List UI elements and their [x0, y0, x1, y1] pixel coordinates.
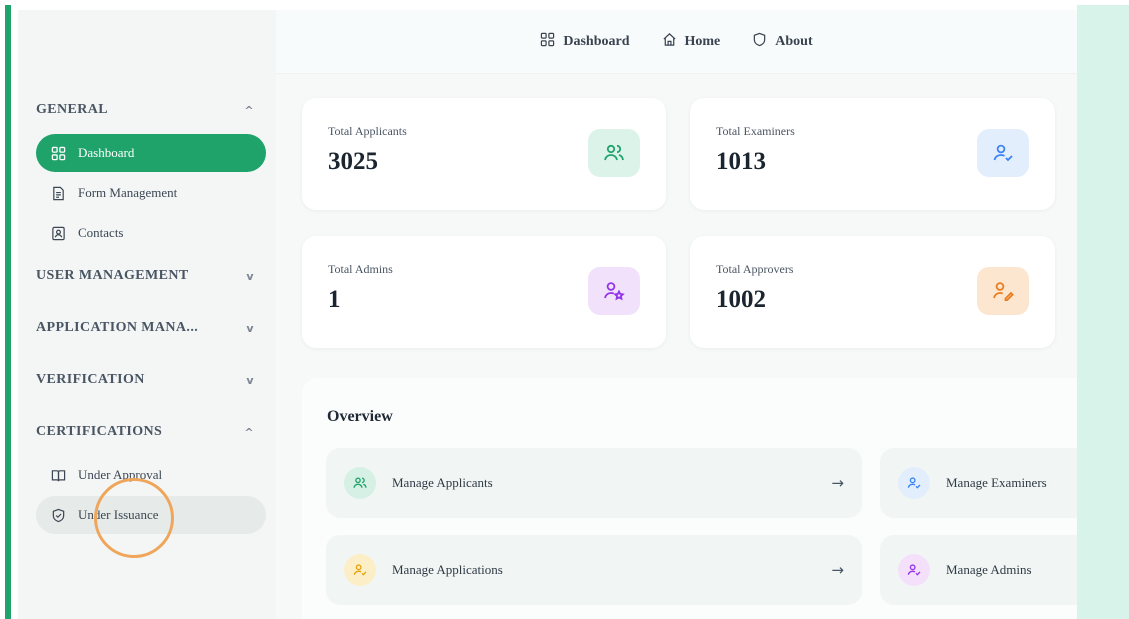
app-window: GENERAL ^ Dashboard Form Management Cont… — [18, 10, 1077, 619]
user-check-icon — [977, 129, 1029, 177]
sidebar-item-label: Form Management — [78, 185, 178, 200]
sidebar-item-contacts[interactable]: Contacts — [36, 214, 266, 252]
stat-label: Total Approvers — [716, 262, 794, 276]
stat-label: Total Examiners — [716, 124, 795, 138]
grid-icon — [540, 32, 555, 52]
chevron-down-icon: v — [246, 269, 254, 283]
overview-item-label: Manage Applications — [392, 562, 503, 577]
section-verification[interactable]: VERIFICATION v — [18, 358, 276, 402]
overview-panel: Overview Manage Applicants → Manage Exam… — [302, 378, 1077, 619]
click-highlight-ring — [94, 478, 174, 558]
section-certifications[interactable]: CERTIFICATIONS ^ — [18, 410, 276, 454]
users-icon — [344, 467, 376, 499]
manage-examiners-link[interactable]: Manage Examiners — [880, 448, 1077, 518]
overview-item-label: Manage Applicants — [392, 475, 493, 490]
user-pen-icon — [977, 267, 1029, 315]
stat-label: Total Applicants — [328, 124, 407, 138]
stat-value: 1002 — [716, 286, 766, 313]
shield-check-icon — [50, 507, 66, 523]
overview-item-label: Manage Examiners — [946, 475, 1047, 490]
section-application-management[interactable]: APPLICATION MANA... v — [18, 306, 276, 350]
document-icon — [50, 185, 66, 201]
arrow-right-icon: → — [831, 561, 844, 579]
overview-item-label: Manage Admins — [946, 562, 1032, 577]
stat-card-approvers: Total Approvers 1002 — [690, 236, 1055, 348]
section-general[interactable]: GENERAL ^ — [18, 88, 276, 132]
stat-value: 3025 — [328, 148, 378, 175]
nav-link-label: About — [775, 33, 813, 49]
section-user-management-label: USER MANAGEMENT — [36, 268, 189, 283]
chevron-down-icon: v — [246, 321, 254, 335]
top-navbar: Dashboard Home About — [276, 10, 1077, 74]
nav-link-home[interactable]: Home — [662, 32, 721, 52]
manage-applications-link[interactable]: Manage Applications → — [326, 535, 862, 605]
user-check-icon — [898, 467, 930, 499]
nav-link-label: Home — [684, 33, 721, 49]
user-check-icon — [898, 554, 930, 586]
window-edge-bar — [5, 5, 11, 619]
stat-card-examiners: Total Examiners 1013 — [690, 98, 1055, 210]
section-general-label: GENERAL — [36, 102, 109, 117]
section-user-management[interactable]: USER MANAGEMENT v — [18, 254, 276, 298]
shield-icon — [752, 32, 767, 52]
manage-admins-link[interactable]: Manage Admins — [880, 535, 1077, 605]
home-icon — [662, 32, 677, 52]
section-certifications-label: CERTIFICATIONS — [36, 424, 163, 439]
book-icon — [50, 467, 66, 483]
nav-link-dashboard[interactable]: Dashboard — [540, 32, 630, 52]
grid-icon — [50, 145, 66, 161]
nav-link-about[interactable]: About — [752, 32, 813, 52]
overview-title: Overview — [327, 408, 393, 425]
sidebar-item-label: Dashboard — [78, 145, 135, 160]
nav-link-label: Dashboard — [563, 33, 630, 49]
right-side-panel — [1077, 5, 1129, 619]
contact-card-icon — [50, 225, 66, 241]
manage-applicants-link[interactable]: Manage Applicants → — [326, 448, 862, 518]
chevron-down-icon: v — [246, 373, 254, 387]
sidebar-brand-area — [18, 10, 276, 74]
section-application-management-label: APPLICATION MANA... — [36, 320, 199, 335]
arrow-right-icon: → — [831, 474, 844, 492]
user-star-icon — [588, 267, 640, 315]
stat-value: 1013 — [716, 148, 766, 175]
stat-card-admins: Total Admins 1 — [302, 236, 666, 348]
chevron-up-icon: ^ — [244, 103, 254, 117]
users-icon — [588, 129, 640, 177]
stat-card-applicants: Total Applicants 3025 — [302, 98, 666, 210]
section-verification-label: VERIFICATION — [36, 372, 145, 387]
user-check-icon — [344, 554, 376, 586]
stat-value: 1 — [328, 286, 341, 313]
sidebar-item-label: Contacts — [78, 225, 124, 240]
sidebar-item-dashboard[interactable]: Dashboard — [36, 134, 266, 172]
stat-label: Total Admins — [328, 262, 393, 276]
chevron-up-icon: ^ — [244, 425, 254, 439]
sidebar-item-form-management[interactable]: Form Management — [36, 174, 266, 212]
